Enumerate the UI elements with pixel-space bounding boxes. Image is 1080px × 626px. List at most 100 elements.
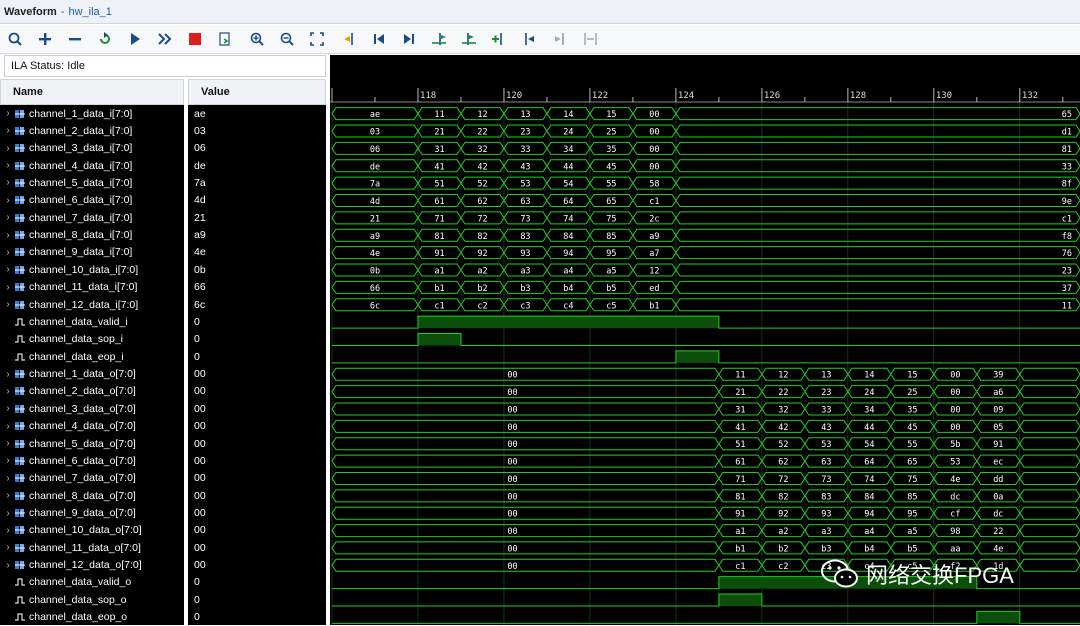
signal-row[interactable]: channel_data_sop_o: [0, 591, 184, 608]
bus-segment: [1019, 367, 1080, 381]
signal-value: 4e: [194, 246, 206, 259]
signal-row[interactable]: channel_data_valid_i: [0, 313, 184, 330]
bus-value: 61: [735, 458, 745, 468]
value-column-header[interactable]: Value: [188, 79, 326, 105]
add-marker-icon[interactable]: [428, 28, 450, 50]
signal-row[interactable]: › channel_2_data_o[7:0]: [0, 383, 184, 400]
bus-value: 71: [735, 475, 745, 485]
stop-icon[interactable]: [184, 28, 206, 50]
expand-chevron-icon[interactable]: ›: [2, 247, 14, 258]
signal-row[interactable]: › channel_8_data_i[7:0]: [0, 227, 184, 244]
signal-row[interactable]: › channel_5_data_o[7:0]: [0, 435, 184, 452]
expand-chevron-icon[interactable]: ›: [2, 560, 14, 571]
signal-row[interactable]: › channel_12_data_i[7:0]: [0, 296, 184, 313]
run-immediate-icon[interactable]: [154, 28, 176, 50]
expand-chevron-icon[interactable]: ›: [2, 143, 14, 154]
add-cursor-icon[interactable]: [488, 28, 510, 50]
swap-icon[interactable]: [580, 28, 602, 50]
expand-chevron-icon[interactable]: ›: [2, 525, 14, 536]
go-to-start-icon[interactable]: [368, 28, 390, 50]
zoom-in-icon[interactable]: [246, 28, 268, 50]
zoom-plus-icon[interactable]: [34, 28, 56, 50]
zoom-fit-icon[interactable]: [306, 28, 328, 50]
expand-chevron-icon[interactable]: ›: [2, 369, 14, 380]
bus-value: ed: [649, 284, 659, 294]
refresh-trigger-icon[interactable]: [94, 28, 116, 50]
zoom-minus-icon[interactable]: [64, 28, 86, 50]
signal-row[interactable]: › channel_7_data_o[7:0]: [0, 470, 184, 487]
bus-value: 94: [563, 249, 573, 259]
signal-row[interactable]: › channel_12_data_o[7:0]: [0, 557, 184, 574]
expand-chevron-icon[interactable]: ›: [2, 212, 14, 223]
signal-row[interactable]: › channel_1_data_i[7:0]: [0, 105, 184, 122]
expand-chevron-icon[interactable]: ›: [2, 160, 14, 171]
signal-row[interactable]: › channel_3_data_i[7:0]: [0, 140, 184, 157]
signal-row[interactable]: › channel_10_data_o[7:0]: [0, 522, 184, 539]
zoom-out-icon[interactable]: [276, 28, 298, 50]
signal-row[interactable]: › channel_4_data_o[7:0]: [0, 418, 184, 435]
waveform-viewer[interactable]: 118 120 122 124 126 128 130 132 ae 11 12 13 14 15 00 65…: [330, 55, 1080, 625]
prev-transition-icon[interactable]: [520, 28, 542, 50]
expand-chevron-icon[interactable]: ›: [2, 542, 14, 553]
signal-row[interactable]: channel_data_eop_o: [0, 609, 184, 626]
bus-segment: [1019, 471, 1080, 485]
signal-row[interactable]: channel_data_sop_i: [0, 331, 184, 348]
signal-value: 66: [194, 281, 206, 294]
bus-signal-icon: [15, 283, 25, 292]
marker-icon[interactable]: [458, 28, 480, 50]
expand-chevron-icon[interactable]: ›: [2, 108, 14, 119]
signal-row[interactable]: › channel_1_data_o[7:0]: [0, 366, 184, 383]
signal-row[interactable]: › channel_11_data_i[7:0]: [0, 279, 184, 296]
export-icon[interactable]: [214, 28, 236, 50]
expand-chevron-icon[interactable]: ›: [2, 403, 14, 414]
signal-row[interactable]: › channel_5_data_i[7:0]: [0, 174, 184, 191]
bus-value: a3: [821, 527, 831, 537]
signal-row[interactable]: › channel_6_data_o[7:0]: [0, 452, 184, 469]
expand-chevron-icon[interactable]: ›: [2, 421, 14, 432]
signal-row[interactable]: › channel_6_data_i[7:0]: [0, 192, 184, 209]
expand-chevron-icon[interactable]: ›: [2, 177, 14, 188]
cursor-icon[interactable]: [338, 28, 360, 50]
window-subtitle[interactable]: hw_ila_1: [68, 6, 111, 18]
bus-value: 95: [606, 249, 616, 259]
bus-value: c1: [1062, 214, 1072, 224]
run-trigger-icon[interactable]: [124, 28, 146, 50]
expand-chevron-icon[interactable]: ›: [2, 282, 14, 293]
expand-chevron-icon[interactable]: ›: [2, 125, 14, 136]
expand-chevron-icon[interactable]: ›: [2, 508, 14, 519]
bus-value: 53: [821, 440, 831, 450]
name-column-header[interactable]: Name: [0, 79, 184, 105]
signal-value: 0: [194, 576, 200, 589]
expand-chevron-icon[interactable]: ›: [2, 386, 14, 397]
signal-row[interactable]: › channel_10_data_i[7:0]: [0, 261, 184, 278]
signal-row[interactable]: › channel_11_data_o[7:0]: [0, 539, 184, 556]
expand-chevron-icon[interactable]: ›: [2, 490, 14, 501]
expand-chevron-icon[interactable]: ›: [2, 195, 14, 206]
expand-chevron-icon[interactable]: ›: [2, 230, 14, 241]
ruler-label: 130: [936, 91, 952, 101]
bus-signal-icon: [15, 404, 25, 413]
ruler-label: 126: [764, 91, 780, 101]
signal-row[interactable]: › channel_7_data_i[7:0]: [0, 209, 184, 226]
expand-chevron-icon[interactable]: ›: [2, 264, 14, 275]
signal-row[interactable]: › channel_9_data_i[7:0]: [0, 244, 184, 261]
expand-chevron-icon[interactable]: ›: [2, 473, 14, 484]
search-icon[interactable]: [4, 28, 26, 50]
expand-chevron-icon[interactable]: ›: [2, 438, 14, 449]
signal-row[interactable]: › channel_8_data_o[7:0]: [0, 487, 184, 504]
go-to-end-icon[interactable]: [398, 28, 420, 50]
waveform-canvas[interactable]: 118 120 122 124 126 128 130 132ae 11 12 13 14 15 00 65…: [330, 55, 1080, 625]
signal-row[interactable]: › channel_3_data_o[7:0]: [0, 400, 184, 417]
bus-value: 24: [563, 128, 573, 138]
signal-row[interactable]: › channel_2_data_i[7:0]: [0, 122, 184, 139]
next-transition-icon[interactable]: [550, 28, 572, 50]
signal-row[interactable]: › channel_4_data_i[7:0]: [0, 157, 184, 174]
expand-chevron-icon[interactable]: ›: [2, 299, 14, 310]
bus-signal-icon: [15, 439, 25, 448]
signal-row[interactable]: channel_data_eop_i: [0, 348, 184, 365]
expand-chevron-icon[interactable]: ›: [2, 455, 14, 466]
signal-row[interactable]: channel_data_valid_o: [0, 574, 184, 591]
signal-row[interactable]: › channel_9_data_o[7:0]: [0, 505, 184, 522]
signal-name: channel_10_data_o[7:0]: [29, 524, 142, 537]
signal-name: channel_11_data_i[7:0]: [29, 281, 138, 294]
